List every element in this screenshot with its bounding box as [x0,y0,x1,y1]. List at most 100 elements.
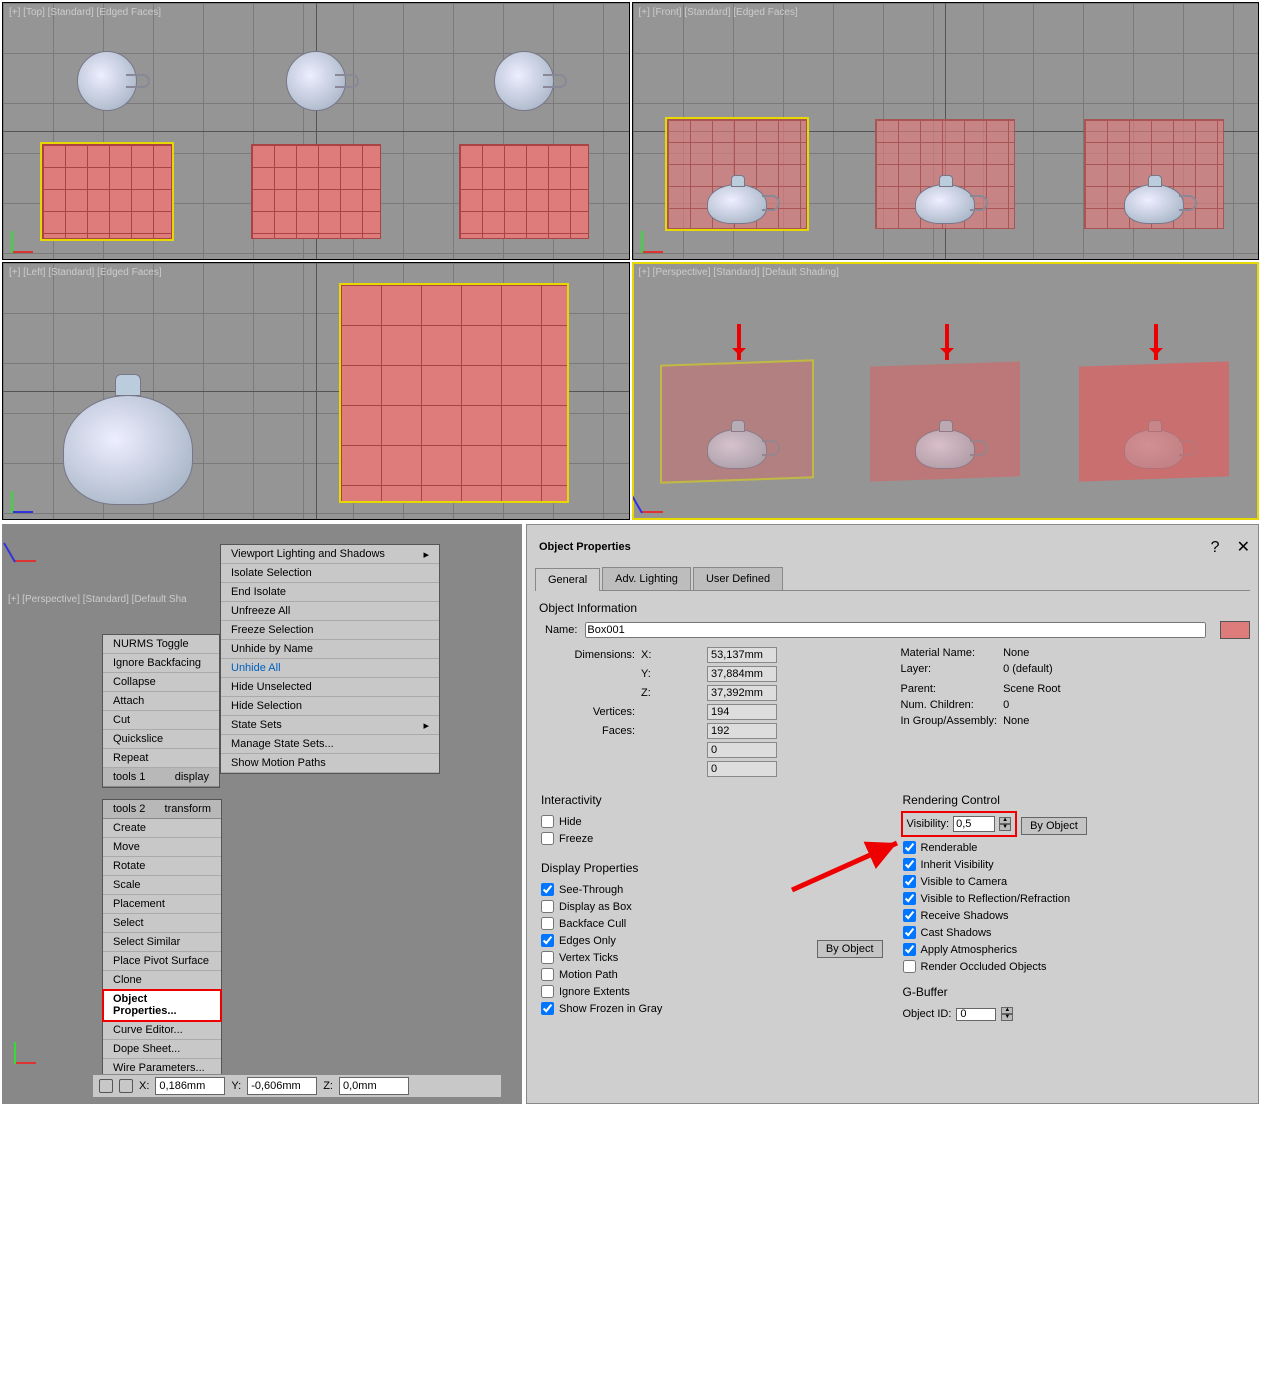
menu-item-viewport-lighting[interactable]: Viewport Lighting and Shadows [221,545,439,564]
display-by-object-button[interactable]: By Object [817,940,883,958]
menu-item-freeze-selection[interactable]: Freeze Selection [221,621,439,640]
menu-item-unfreeze-all[interactable]: Unfreeze All [221,602,439,621]
menu-item-unhide-by-name[interactable]: Unhide by Name [221,640,439,659]
coord-x-input[interactable] [155,1077,225,1095]
viewport-top[interactable]: [+] [Top] [Standard] [Edged Faces] [2,2,630,260]
menu-item-attach[interactable]: Attach [103,692,219,711]
viewport-label-persp2[interactable]: [+] [Perspective] [Standard] [Default Sh… [8,594,187,605]
teapot-object[interactable] [286,51,346,111]
teapot-object[interactable] [77,51,137,111]
rc-checkbox-1[interactable] [903,858,916,871]
menu-item-move[interactable]: Move [103,838,221,857]
menu-item-end-isolate[interactable]: End Isolate [221,583,439,602]
menu-item-select-similar[interactable]: Select Similar [103,933,221,952]
teapot-object[interactable] [494,51,554,111]
menu-item-curve-editor[interactable]: Curve Editor... [103,1021,221,1040]
rc-checkbox-3[interactable] [903,892,916,905]
menu-item-repeat[interactable]: Repeat [103,749,219,768]
dp-checkbox-7[interactable] [541,1002,554,1015]
visibility-spinner[interactable]: ▲▼ [999,817,1011,831]
menu-item-quickslice[interactable]: Quickslice [103,730,219,749]
viewport-label-left[interactable]: [+] [Left] [Standard] [Edged Faces] [9,267,162,278]
rc-checkbox-5[interactable] [903,926,916,939]
freeze-checkbox[interactable] [541,832,554,845]
tab-general[interactable]: General [535,568,600,591]
menu-item-nurms[interactable]: NURMS Toggle [103,635,219,654]
box-object[interactable] [1079,364,1229,479]
tab-user-defined[interactable]: User Defined [693,567,783,590]
teapot-object[interactable] [1124,184,1184,224]
objid-spinner[interactable]: ▲▼ [1001,1007,1013,1021]
viewport-perspective-2[interactable]: [+] [Perspective] [Standard] [Default Sh… [2,524,522,1104]
teapot-object[interactable] [63,395,193,505]
hide-checkbox[interactable] [541,815,554,828]
tab-adv-lighting[interactable]: Adv. Lighting [602,567,691,590]
box-object[interactable] [251,144,381,239]
dp-label-0: See-Through [559,884,623,896]
close-button[interactable]: ✕ [1237,539,1250,556]
box-object[interactable] [1084,119,1224,229]
coord-z-input[interactable] [339,1077,409,1095]
teapot-object[interactable] [1124,429,1184,469]
teapot-object[interactable] [915,429,975,469]
rc-checkbox-7[interactable] [903,960,916,973]
teapot-object[interactable] [915,184,975,224]
menu-item-collapse[interactable]: Collapse [103,673,219,692]
coord-y-input[interactable] [247,1077,317,1095]
menu-item-clone[interactable]: Clone [103,971,221,990]
dp-checkbox-3[interactable] [541,934,554,947]
object-color-swatch[interactable] [1220,621,1250,639]
box-object[interactable] [870,364,1020,479]
coord-z-label: Z: [323,1080,333,1092]
menu-item-hide-unselected[interactable]: Hide Unselected [221,678,439,697]
help-button[interactable]: ? [1211,539,1220,556]
name-input[interactable] [585,622,1206,638]
viewport-label-persp[interactable]: [+] [Perspective] [Standard] [Default Sh… [639,267,839,278]
viewport-left[interactable]: [+] [Left] [Standard] [Edged Faces] [2,262,630,520]
menu-item-rotate[interactable]: Rotate [103,857,221,876]
box-object-selected[interactable] [667,119,807,229]
menu-item-place-pivot[interactable]: Place Pivot Surface [103,952,221,971]
dp-checkbox-1[interactable] [541,900,554,913]
objid-input[interactable] [956,1008,996,1021]
lock-icon[interactable] [99,1079,113,1093]
menu-item-isolate-selection[interactable]: Isolate Selection [221,564,439,583]
dp-checkbox-2[interactable] [541,917,554,930]
box-object-selected[interactable] [42,144,172,239]
teapot-object[interactable] [707,184,767,224]
rc-checkbox-4[interactable] [903,909,916,922]
menu-item-scale[interactable]: Scale [103,876,221,895]
viewport-perspective[interactable]: [+] [Perspective] [Standard] [Default Sh… [632,262,1260,520]
dp-checkbox-0[interactable] [541,883,554,896]
menu-item-cut[interactable]: Cut [103,711,219,730]
menu-item-ignore-backfacing[interactable]: Ignore Backfacing [103,654,219,673]
rc-checkbox-0[interactable] [903,841,916,854]
viewport-front[interactable]: [+] [Front] [Standard] [Edged Faces] [632,2,1260,260]
menu-item-hide-selection[interactable]: Hide Selection [221,697,439,716]
viewport-label-top[interactable]: [+] [Top] [Standard] [Edged Faces] [9,7,161,18]
menu-item-manage-state-sets[interactable]: Manage State Sets... [221,735,439,754]
menu-item-dope-sheet[interactable]: Dope Sheet... [103,1040,221,1059]
menu-item-state-sets[interactable]: State Sets [221,716,439,735]
rc-label-1: Inherit Visibility [921,859,994,871]
dp-checkbox-5[interactable] [541,968,554,981]
dp-checkbox-4[interactable] [541,951,554,964]
menu-item-placement[interactable]: Placement [103,895,221,914]
visibility-input[interactable] [953,816,995,832]
rc-checkbox-2[interactable] [903,875,916,888]
box-object-selected[interactable] [662,364,812,479]
menu-item-show-motion-paths[interactable]: Show Motion Paths [221,754,439,773]
viewport-label-front[interactable]: [+] [Front] [Standard] [Edged Faces] [639,7,798,18]
menu-item-unhide-all[interactable]: Unhide All [221,659,439,678]
box-object[interactable] [875,119,1015,229]
dp-checkbox-6[interactable] [541,985,554,998]
menu-item-create[interactable]: Create [103,819,221,838]
rc-checkbox-6[interactable] [903,943,916,956]
box-object[interactable] [459,144,589,239]
selection-lock-icon[interactable] [119,1079,133,1093]
box-object-selected[interactable] [339,283,569,503]
menu-item-object-properties[interactable]: Object Properties... [103,990,221,1021]
menu-item-select[interactable]: Select [103,914,221,933]
teapot-object[interactable] [707,429,767,469]
render-by-object-button[interactable]: By Object [1021,817,1087,835]
